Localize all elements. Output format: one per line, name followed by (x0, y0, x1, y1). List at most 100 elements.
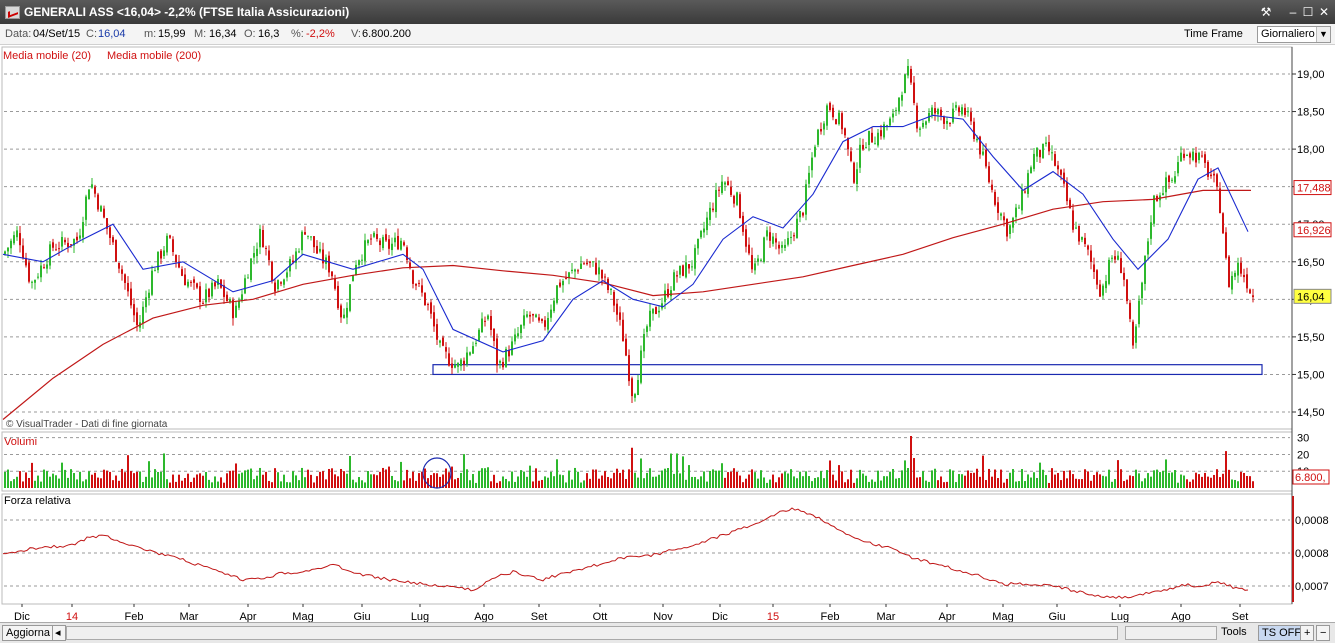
volume-bar (925, 480, 927, 488)
zoom-in-button[interactable]: + (1300, 625, 1315, 641)
update-button[interactable]: Aggiorna (2, 625, 55, 641)
candle-body (253, 253, 255, 258)
candle-body (565, 278, 567, 280)
volume-bar (901, 470, 903, 488)
volume-bar (1123, 481, 1125, 488)
volume-bar (433, 473, 435, 488)
volume-bar (1003, 482, 1005, 488)
volume-bar (1099, 474, 1101, 488)
candle-body (370, 238, 372, 240)
candle-body (493, 328, 495, 342)
candle-body (544, 320, 546, 327)
ts-off-button[interactable]: TS OFF (1258, 625, 1306, 641)
candle-body (898, 97, 900, 112)
candle-body (523, 315, 525, 326)
volume-bar (337, 476, 339, 488)
volume-bar (1087, 471, 1089, 488)
candle-body (331, 271, 333, 277)
candle-body (1252, 295, 1254, 298)
candle-body (1012, 217, 1014, 228)
zoom-out-button[interactable]: − (1316, 625, 1331, 641)
volume-bar (1171, 472, 1173, 488)
volume-bar (1045, 475, 1047, 488)
candle-body (349, 284, 351, 311)
volume-value: 6.800.200 (362, 28, 411, 40)
volume-bar (1204, 472, 1206, 488)
volume-bar (124, 472, 126, 488)
volume-bar (928, 481, 930, 488)
zoom-slider[interactable] (1125, 626, 1217, 640)
candle-body (169, 235, 171, 238)
candle-body (1000, 213, 1002, 216)
volume-bar (847, 479, 849, 488)
candle-body (805, 184, 807, 215)
chart-area: 14,5015,0015,5016,0016,5017,0017,5018,00… (1, 46, 1333, 622)
volume-bar (745, 478, 747, 488)
candle-body (760, 259, 762, 261)
rs-tick-label: 0,0007 (1295, 581, 1329, 593)
volume-bar (271, 482, 273, 488)
candle-body (997, 202, 999, 213)
candle-body (754, 263, 756, 271)
volume-bar (49, 476, 51, 488)
candle-body (208, 288, 210, 298)
volume-bar (73, 473, 75, 488)
candle-body (808, 172, 810, 184)
tools-button[interactable]: Tools (1218, 625, 1250, 639)
volume-bar (1165, 459, 1167, 488)
volume-bar (868, 481, 870, 488)
candle-body (580, 263, 582, 269)
scroll-left-button[interactable]: ◂ (52, 625, 66, 641)
candle-body (1048, 142, 1050, 152)
candle-body (664, 290, 666, 302)
candle-body (352, 275, 354, 282)
volume-bar (904, 460, 906, 488)
candle-body (1210, 174, 1212, 177)
volume-bar (703, 471, 705, 488)
volume-bar (46, 471, 48, 488)
horizontal-scrollbar[interactable] (66, 626, 1118, 640)
volume-bar (859, 469, 861, 488)
volume-bar (1231, 479, 1233, 488)
x-axis-label: Ago (1171, 611, 1191, 622)
volume-bar (1225, 451, 1227, 488)
candle-body (61, 236, 63, 247)
candle-body (772, 236, 774, 244)
volume-bar (172, 474, 174, 488)
candle-body (1186, 155, 1188, 157)
candle-body (301, 231, 303, 251)
volume-bar (1249, 476, 1251, 488)
volume-bar (481, 468, 483, 488)
tool-icon[interactable]: ⚒ (1258, 4, 1274, 20)
volume-bar (103, 469, 105, 488)
volume-bar (1237, 481, 1239, 488)
candle-body (844, 128, 846, 136)
candle-body (334, 278, 336, 289)
chevron-down-icon[interactable]: ▼ (1316, 27, 1330, 42)
close-button[interactable]: ✕ (1316, 4, 1332, 20)
volume-bar (691, 476, 693, 488)
volume-bar (79, 471, 81, 488)
volume-bar (1096, 472, 1098, 488)
candle-body (1165, 177, 1167, 193)
candle-body (628, 355, 630, 382)
candle-body (436, 324, 438, 340)
volume-bar (1183, 475, 1185, 488)
timeframe-select[interactable]: Giornaliero ▼ (1257, 26, 1331, 43)
candle-body (109, 227, 111, 238)
candle-body (337, 285, 339, 309)
candle-body (88, 189, 90, 200)
date-value: 04/Set/15 (33, 28, 81, 40)
candle-body (451, 363, 453, 368)
volume-bar (226, 473, 228, 488)
volume-bar (553, 476, 555, 488)
volume-bar (595, 469, 597, 488)
minimize-button[interactable]: – (1285, 4, 1301, 20)
candle-body (1024, 191, 1026, 193)
volume-bar (1162, 470, 1164, 488)
maximize-button[interactable]: ☐ (1300, 4, 1316, 20)
volume-bar (1006, 478, 1008, 488)
candle-body (7, 247, 9, 252)
volume-bar (628, 469, 630, 488)
candle-body (871, 132, 873, 143)
